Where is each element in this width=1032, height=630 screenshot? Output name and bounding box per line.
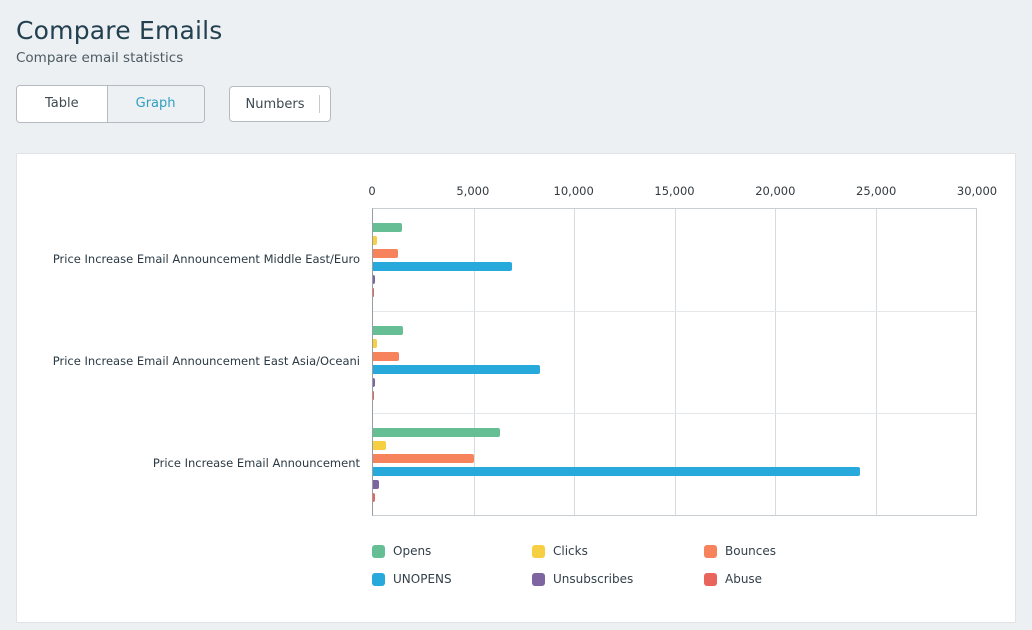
legend-label: UNOPENS bbox=[393, 572, 452, 586]
bar-bounces bbox=[373, 249, 398, 258]
bar-abuse bbox=[373, 288, 374, 297]
legend-item-unsubscribes: Unsubscribes bbox=[532, 572, 704, 586]
bar-group bbox=[373, 413, 976, 515]
legend-swatch bbox=[372, 545, 385, 558]
bar-unsubscribes bbox=[373, 378, 375, 387]
legend-label: Abuse bbox=[725, 572, 762, 586]
bar-clicks bbox=[373, 339, 377, 348]
graph-view-button[interactable]: Graph bbox=[107, 86, 204, 122]
chart-legend: Opens Clicks Bounces UNOPENS Unsubscribes Abu… bbox=[372, 544, 776, 586]
bar-unopens bbox=[373, 467, 860, 476]
legend-swatch bbox=[704, 573, 717, 586]
x-tick-label: 15,000 bbox=[654, 184, 694, 198]
plot-area bbox=[372, 208, 977, 516]
numbers-button-divider bbox=[319, 95, 320, 113]
x-tick-label: 0 bbox=[368, 184, 375, 198]
chart-card: 0 5,000 10,000 15,000 20,000 25,000 30,000 Pri… bbox=[16, 153, 1016, 623]
table-view-button[interactable]: Table bbox=[17, 86, 107, 122]
bar-unsubscribes bbox=[373, 480, 379, 489]
numbers-button[interactable]: Numbers bbox=[229, 86, 331, 122]
bar-unopens bbox=[373, 365, 540, 374]
view-switcher: Table Graph bbox=[16, 85, 205, 123]
category-labels: Price Increase Email Announcement Middle… bbox=[17, 208, 372, 516]
view-toolbar: Table Graph Numbers bbox=[16, 85, 1016, 123]
page-subtitle: Compare email statistics bbox=[16, 50, 1016, 66]
x-tick-label: 10,000 bbox=[554, 184, 594, 198]
legend-label: Unsubscribes bbox=[553, 572, 633, 586]
category-label: Price Increase Email Announcement Middle… bbox=[17, 208, 372, 310]
bar-unopens bbox=[373, 262, 512, 271]
numbers-button-label: Numbers bbox=[246, 97, 305, 112]
legend-swatch bbox=[532, 573, 545, 586]
legend-swatch bbox=[372, 573, 385, 586]
category-label: Price Increase Email Announcement East A… bbox=[17, 310, 372, 412]
page-title: Compare Emails bbox=[16, 16, 1016, 45]
bar-opens bbox=[373, 428, 500, 437]
bar-opens bbox=[373, 223, 402, 232]
legend-swatch bbox=[704, 545, 717, 558]
x-tick-label: 5,000 bbox=[456, 184, 489, 198]
page-header: Compare Emails Compare email statistics bbox=[0, 0, 1032, 66]
bar-bounces bbox=[373, 352, 399, 361]
bar-group bbox=[373, 311, 976, 413]
compare-emails-chart: Price Increase Email Announcement Middle… bbox=[17, 208, 1015, 516]
legend-label: Clicks bbox=[553, 544, 588, 558]
legend-item-unopens: UNOPENS bbox=[372, 572, 532, 586]
x-tick-label: 25,000 bbox=[856, 184, 896, 198]
legend-item-opens: Opens bbox=[372, 544, 532, 558]
bar-bounces bbox=[373, 454, 474, 463]
bar-opens bbox=[373, 326, 403, 335]
legend-label: Bounces bbox=[725, 544, 776, 558]
x-tick-label: 30,000 bbox=[957, 184, 997, 198]
x-axis-ticks: 05,00010,00015,00020,00025,00030,000 bbox=[372, 184, 977, 208]
legend-item-bounces: Bounces bbox=[704, 544, 776, 558]
bar-abuse bbox=[373, 391, 374, 400]
bar-abuse bbox=[373, 493, 375, 502]
legend-swatch bbox=[532, 545, 545, 558]
legend-item-clicks: Clicks bbox=[532, 544, 704, 558]
bar-clicks bbox=[373, 441, 386, 450]
bar-unsubscribes bbox=[373, 275, 375, 284]
legend-label: Opens bbox=[393, 544, 431, 558]
bar-clicks bbox=[373, 236, 377, 245]
category-label: Price Increase Email Announcement bbox=[17, 412, 372, 514]
bar-group bbox=[373, 209, 976, 311]
legend-item-abuse: Abuse bbox=[704, 572, 776, 586]
x-tick-label: 20,000 bbox=[755, 184, 795, 198]
